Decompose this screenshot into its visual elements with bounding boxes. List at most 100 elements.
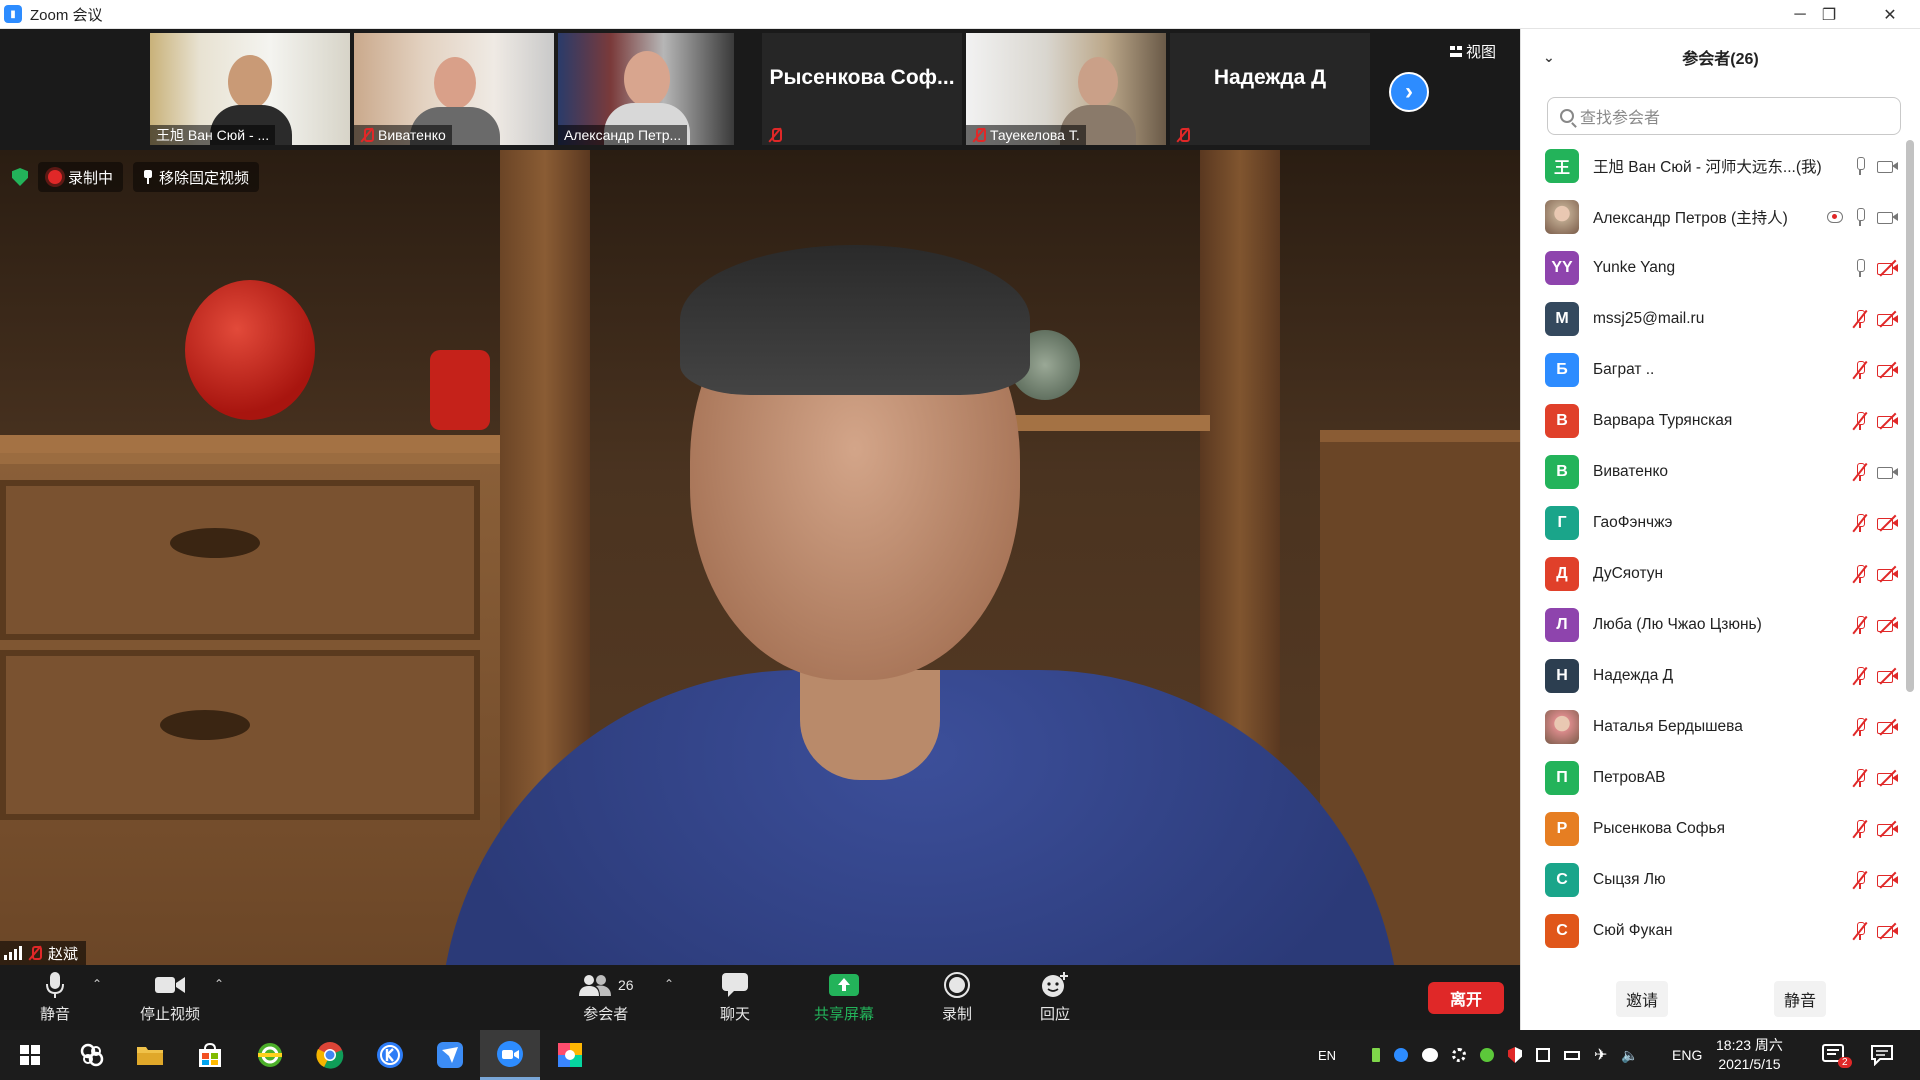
chrome-icon[interactable]	[300, 1030, 360, 1080]
video-thumbnail[interactable]: Надежда Д	[1170, 33, 1370, 145]
video-camera-icon[interactable]	[1877, 209, 1899, 225]
participant-row[interactable]: В Варвара Турянская	[1521, 395, 1907, 446]
video-off-icon[interactable]	[1877, 820, 1899, 837]
share-screen-button[interactable]: 共享屏幕	[814, 971, 874, 1024]
video-thumbnail[interactable]: Виватенко	[354, 33, 554, 145]
participant-row[interactable]: В Виватенко	[1521, 446, 1907, 497]
participant-row[interactable]: П ПетровАВ	[1521, 752, 1907, 803]
participant-row[interactable]: С Сюй Фукан	[1521, 905, 1907, 956]
participant-row[interactable]: Б Баграт ..	[1521, 344, 1907, 395]
shield-tray-icon[interactable]	[1508, 1047, 1522, 1063]
file-explorer-icon[interactable]	[120, 1030, 180, 1080]
participant-row[interactable]: Р Рысенкова Софья	[1521, 803, 1907, 854]
mic-muted-icon[interactable]	[1852, 819, 1868, 839]
colorful-app-icon[interactable]	[540, 1030, 600, 1080]
restore-button[interactable]: ❐	[1799, 0, 1859, 29]
reactions-button[interactable]: 回应	[1040, 971, 1070, 1024]
chat-button[interactable]: 聊天	[720, 971, 750, 1024]
microphone-icon[interactable]	[1853, 156, 1867, 176]
security-shield-icon[interactable]	[12, 168, 28, 186]
record-button[interactable]: 录制	[942, 971, 972, 1024]
wechat-icon[interactable]	[1422, 1048, 1438, 1062]
mic-muted-icon[interactable]	[1852, 717, 1868, 737]
microphone-icon[interactable]	[1853, 258, 1867, 278]
participant-search-input[interactable]: 查找参会者	[1547, 97, 1901, 135]
video-off-icon[interactable]	[1877, 412, 1899, 429]
battery-plug-icon[interactable]	[1372, 1048, 1380, 1062]
video-off-icon[interactable]	[1877, 922, 1899, 939]
video-off-icon[interactable]	[1877, 361, 1899, 378]
participant-row[interactable]: С Сыцзя Лю	[1521, 854, 1907, 905]
airplane-icon[interactable]: ✈	[1594, 1045, 1607, 1065]
mic-muted-icon[interactable]	[1852, 615, 1868, 635]
video-off-icon[interactable]	[1877, 718, 1899, 735]
video-off-icon[interactable]	[1877, 514, 1899, 531]
video-thumbnail[interactable]: 王旭 Ван Сюй - ...	[150, 33, 350, 145]
participants-button[interactable]: 26 参会者	[578, 971, 634, 1024]
antivirus-icon[interactable]	[1536, 1048, 1550, 1062]
input-language[interactable]: ENG	[1672, 1030, 1702, 1080]
video-camera-icon[interactable]	[1877, 464, 1899, 480]
close-button[interactable]: ✕	[1860, 0, 1920, 29]
invite-button[interactable]: 邀请	[1615, 981, 1668, 1017]
mic-muted-icon[interactable]	[1852, 360, 1868, 380]
baidu-icon[interactable]	[62, 1030, 122, 1080]
mic-muted-icon[interactable]	[1852, 921, 1868, 941]
system-clock[interactable]: 18:23 周六 2021/5/15	[1716, 1036, 1783, 1074]
360-security-icon[interactable]	[1480, 1048, 1494, 1062]
zoom-tray-icon[interactable]	[1394, 1048, 1408, 1062]
mute-all-button[interactable]: 静音	[1774, 981, 1827, 1017]
participant-row[interactable]: Наталья Бердышева	[1521, 701, 1907, 752]
participant-row[interactable]: Н Надежда Д	[1521, 650, 1907, 701]
stop-video-button[interactable]: 停止视频	[140, 971, 200, 1024]
video-off-icon[interactable]	[1877, 565, 1899, 582]
participant-row[interactable]: Л Люба (Лю Чжао Цзюнь)	[1521, 599, 1907, 650]
leave-meeting-button[interactable]: 离开	[1428, 982, 1504, 1014]
video-off-icon[interactable]	[1877, 616, 1899, 633]
settings-gear-icon[interactable]	[1452, 1048, 1466, 1062]
action-center-icon[interactable]	[1870, 1030, 1894, 1080]
view-button[interactable]: 视图	[1450, 41, 1496, 62]
participant-row[interactable]: Д ДуСяотун	[1521, 548, 1907, 599]
participants-options-chevron-icon[interactable]: ⌃	[664, 977, 674, 991]
video-camera-icon[interactable]	[1877, 158, 1899, 174]
mic-muted-icon[interactable]	[1852, 309, 1868, 329]
next-page-arrow-icon[interactable]: ›	[1389, 72, 1429, 112]
mic-muted-icon[interactable]	[1852, 513, 1868, 533]
collapse-panel-chevron-icon[interactable]: ⌄	[1543, 49, 1555, 66]
video-off-icon[interactable]	[1877, 259, 1899, 276]
participant-row[interactable]: 王王旭 Ван Сюй - 河师大远东...(我)	[1521, 140, 1907, 191]
video-off-icon[interactable]	[1877, 667, 1899, 684]
video-thumbnail[interactable]: Тауекелова Т.	[966, 33, 1166, 145]
zoom-icon[interactable]	[480, 1030, 540, 1080]
video-off-icon[interactable]	[1877, 769, 1899, 786]
mic-muted-icon[interactable]	[1852, 411, 1868, 431]
participant-row[interactable]: Г ГаоФэнчжэ	[1521, 497, 1907, 548]
participant-row[interactable]: Mmssj25@mail.ru	[1521, 293, 1907, 344]
browser-360-icon[interactable]	[240, 1030, 300, 1080]
video-thumbnail[interactable]: Александр Петр...	[558, 33, 734, 145]
battery-icon[interactable]	[1564, 1050, 1580, 1060]
mic-muted-icon[interactable]	[1852, 564, 1868, 584]
notifications-icon[interactable]: 2	[1822, 1030, 1852, 1080]
mic-muted-icon[interactable]	[1852, 666, 1868, 686]
video-thumbnail[interactable]: Рысенкова Соф...	[762, 33, 962, 145]
mic-muted-icon[interactable]	[1852, 768, 1868, 788]
feishu-icon[interactable]	[420, 1030, 480, 1080]
video-off-icon[interactable]	[1877, 871, 1899, 888]
store-icon[interactable]	[180, 1030, 240, 1080]
windows-start-icon[interactable]	[0, 1030, 60, 1080]
mute-button[interactable]: 静音	[40, 971, 70, 1024]
video-off-icon[interactable]	[1877, 310, 1899, 327]
video-options-chevron-icon[interactable]: ⌃	[214, 977, 224, 991]
kingsoft-icon[interactable]	[360, 1030, 420, 1080]
volume-icon[interactable]: 🔈	[1621, 1047, 1638, 1064]
unpin-video-button[interactable]: 移除固定视频	[133, 162, 260, 192]
microphone-icon[interactable]	[1853, 207, 1867, 227]
mic-muted-icon[interactable]	[1852, 870, 1868, 890]
participant-row[interactable]: YY Yunke Yang	[1521, 242, 1907, 293]
main-video[interactable]: 录制中 移除固定视频 赵斌	[0, 150, 1520, 965]
audio-options-chevron-icon[interactable]: ⌃	[92, 977, 102, 991]
ime-indicator[interactable]: EN	[1318, 1030, 1336, 1080]
participant-row[interactable]: Александр Петров (主持人)	[1521, 191, 1907, 242]
